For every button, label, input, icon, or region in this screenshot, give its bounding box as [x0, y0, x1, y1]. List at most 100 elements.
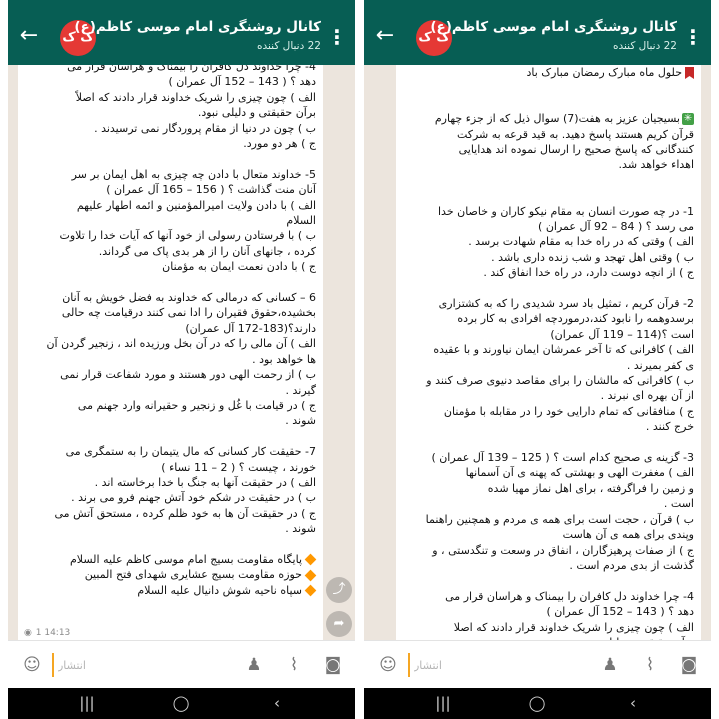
- message-line: خرج کنند .: [402, 419, 694, 434]
- chat-area[interactable]: حلول ماه مبارک رمضان مبارک باد ✳بسیجیان ع…: [364, 65, 711, 640]
- back-arrow-icon[interactable]: ←: [370, 23, 400, 51]
- orange-diamond-icon: [304, 554, 317, 566]
- message-line: الف ) با دادن ولایت امیرالمؤمنین و ائمه …: [24, 198, 316, 213]
- recents-button[interactable]: |||: [72, 692, 102, 714]
- message-line: ج ) با دادن نعمت ایمان به مؤمنان: [24, 259, 316, 274]
- message-line: کنندگانی که پاسخ صحیح را ارسال نموده اند…: [402, 142, 694, 157]
- home-button[interactable]: ◯: [166, 692, 196, 714]
- message-line: الف ) مغفرت الهی و بهشتی که پهنه ی آن آس…: [402, 465, 694, 480]
- channel-header: ← ک ک کانال روشنگری امام موسی کاظم(ع) 22…: [8, 9, 355, 65]
- message-line: می رسد ؟ ( 84 – 92 آل عمران ): [402, 219, 694, 234]
- nav-back-button[interactable]: ‹: [618, 692, 648, 714]
- message-line-text: کرده ، جانهای آنان را از هر بدی پاک می گ…: [98, 244, 316, 258]
- message-bubble[interactable]: 4- چرا خداوند دل کافران را بیمناک و هراس…: [18, 65, 323, 640]
- share-icon[interactable]: ⤴: [326, 577, 352, 603]
- camera-icon[interactable]: ◙: [677, 653, 701, 677]
- bell-icon[interactable]: ♟: [242, 653, 266, 677]
- message-line: ب ) کافرانی که مالشان را برای مقاصد دنیو…: [402, 373, 694, 388]
- message-line-text: الف ) در حقیقت آنها به جنگ با خدا برخاست…: [94, 475, 316, 489]
- message-line: الف ) وقتی که در راه خدا به مقام شهادت ب…: [402, 234, 694, 249]
- message-line: دارند؟(183-172 آل عمران): [24, 321, 316, 336]
- message-line-text: شوند .: [285, 414, 316, 428]
- message-line-text: 4- چرا خداوند دل کافران را بیمناک و هراس…: [67, 65, 316, 73]
- more-menu-icon[interactable]: ⋮: [683, 24, 703, 50]
- message-line-text: خرج کنند .: [645, 420, 694, 434]
- message-input[interactable]: [408, 653, 558, 677]
- message-line: 7- حقیقت کار کسانی که مال یتیمان را به س…: [24, 444, 316, 459]
- paperclip-icon[interactable]: ⌇: [638, 653, 662, 677]
- message-line-text: الف ) کافرانی که تا آخر عمرشان ایمان نیا…: [433, 343, 694, 357]
- message-line-text: شوند .: [285, 522, 316, 536]
- message-line: ج ) در قیامت با غُل و زنجیر و حقیرانه وا…: [24, 398, 316, 413]
- message-line: [402, 173, 694, 188]
- message-text: 4- چرا خداوند دل کافران را بیمناک و هراس…: [18, 65, 323, 552]
- status-bar: [364, 0, 711, 9]
- back-arrow-icon[interactable]: ←: [14, 23, 44, 51]
- message-line: 2- قرآن کریم ، تمثیل باد سرد شدیدی را که…: [402, 296, 694, 311]
- phone-screen-right: ← ک ک کانال روشنگری امام موسی کاظم(ع) 22…: [364, 0, 711, 719]
- message-line: و زمین را فراگرفته ، برای اهل نماز مهیا …: [402, 481, 694, 496]
- smiley-icon[interactable]: ☺: [376, 653, 400, 677]
- message-line-text: السلام: [286, 214, 316, 228]
- more-menu-icon[interactable]: ⋮: [327, 24, 347, 50]
- message-line-text: دهد ؟ ( 143 – 152 آل عمران ): [168, 75, 316, 89]
- message-line: ب ) با فرستادن رسولی از خود آنها که آیات…: [24, 228, 316, 243]
- message-time: 14:13: [44, 628, 71, 638]
- message-line-text: الف ) مغفرت الهی و بهشتی که پهنه ی آن آس…: [465, 466, 694, 480]
- message-bubble[interactable]: حلول ماه مبارک رمضان مبارک باد ✳بسیجیان ع…: [396, 65, 701, 640]
- message-line-text: ب ) از رحمت الهی دور هستند و مورد شفاعت …: [60, 368, 316, 382]
- status-bar: [8, 0, 355, 9]
- message-line: حوزه مقاومت بسیج عشایری شهدای فتح المبین: [24, 567, 317, 582]
- message-line-text: دهد ؟ ( 143 – 152 آل عمران ): [546, 605, 694, 619]
- message-line: کرده ، جانهای آنان را از هر بدی پاک می گ…: [24, 244, 316, 259]
- message-line-text: ی کفر بمیرند .: [626, 358, 694, 372]
- chat-area[interactable]: 4- چرا خداوند دل کافران را بیمناک و هراس…: [8, 65, 355, 640]
- message-signature: پایگاه مقاومت بسیج امام موسی کاظم علیه ا…: [18, 552, 323, 598]
- message-line-text: 7- حقیقت کار کسانی که مال یتیمان را به س…: [65, 445, 316, 459]
- message-line: اهداء خواهد شد.: [402, 157, 694, 172]
- message-line-text: 5- خداوند متعال با دادن چه چیزی به اهل ا…: [71, 167, 316, 181]
- phone-screen-left: ← ک ک کانال روشنگری امام موسی کاظم(ع) 22…: [8, 0, 355, 719]
- message-line: پایگاه مقاومت بسیج امام موسی کاظم علیه ا…: [24, 552, 317, 567]
- message-line: ج ) از انچه دوست دارد، در راه خدا انفاق …: [402, 265, 694, 280]
- paperclip-icon[interactable]: ⌇: [282, 653, 306, 677]
- recents-button[interactable]: |||: [428, 692, 458, 714]
- channel-title-block[interactable]: کانال روشنگری امام موسی کاظم(ع) 22 دنبال…: [74, 15, 321, 53]
- message-line: حلول ماه مبارک رمضان مبارک باد: [402, 65, 694, 80]
- message-line: دهد ؟ ( 143 – 152 آل عمران ): [24, 74, 316, 89]
- message-line-text: ها خواهد بود .: [252, 352, 316, 366]
- message-line-text: است .: [663, 497, 694, 511]
- message-line: [402, 435, 694, 450]
- message-line: 1- در چه صورت انسان به مقام نیکو کاران و…: [402, 204, 694, 219]
- message-line: 4- چرا خداوند دل کافران را بیمناک و هراس…: [24, 65, 316, 74]
- follower-count: 22 دنبال کننده: [613, 40, 677, 52]
- eye-icon: ◉: [24, 628, 32, 638]
- camera-icon[interactable]: ◙: [321, 653, 345, 677]
- forward-icon[interactable]: ➦: [326, 611, 352, 637]
- message-line: السلام: [24, 213, 316, 228]
- message-line-text: الف ) چون چیزی را شریک خداوند قرار دادند…: [75, 90, 316, 104]
- nav-back-button[interactable]: ‹: [262, 692, 292, 714]
- message-line-text: 2- قرآن کریم ، تمثیل باد سرد شدیدی را که…: [438, 297, 694, 311]
- message-input[interactable]: [52, 653, 202, 677]
- message-line: وپندی برای همه ی آن هاست: [402, 527, 694, 542]
- message-line-text: 1- در چه صورت انسان به مقام نیکو کاران و…: [437, 204, 694, 218]
- message-line-text: گذشت از بدی مردم است .: [569, 558, 694, 572]
- channel-title-block[interactable]: کانال روشنگری امام موسی کاظم(ع) 22 دنبال…: [430, 15, 677, 53]
- smiley-icon[interactable]: ☺: [20, 653, 44, 677]
- message-line-text: برسدوهمه را نابود کند،درموردچه افرادی به…: [457, 312, 694, 326]
- message-line-text: دارند؟(183-172 آل عمران): [185, 321, 316, 335]
- message-line-text: آنان منت گذاشت ؟ ( 156 – 165 آل عمران ): [106, 183, 316, 197]
- message-line-text: الف ) وقتی که در راه خدا به مقام شهادت ب…: [468, 235, 694, 249]
- message-line: شوند .: [24, 521, 316, 536]
- message-line-text: برآن حقیقتی و دلیلی نبود.: [197, 106, 316, 120]
- home-button[interactable]: ◯: [522, 692, 552, 714]
- bell-icon[interactable]: ♟: [598, 653, 622, 677]
- composer-bar: ☺ ♟ ⌇ ◙: [8, 640, 355, 688]
- message-line: برسدوهمه را نابود کند،درموردچه افرادی به…: [402, 311, 694, 326]
- message-line: 6 – کسانی که درمالی که خداوند به فضل خوی…: [24, 290, 316, 305]
- message-line-text: ج ) در حقیقت آن ها به خود ظلم کرده ، مست…: [54, 506, 316, 520]
- message-line-text: قرآن کریم هستند پاسخ دهید. به قید قرعه ب…: [456, 127, 694, 141]
- channel-title: کانال روشنگری امام موسی کاظم(ع): [430, 19, 677, 35]
- message-line-text: پایگاه مقاومت بسیج امام موسی کاظم علیه ا…: [70, 552, 302, 566]
